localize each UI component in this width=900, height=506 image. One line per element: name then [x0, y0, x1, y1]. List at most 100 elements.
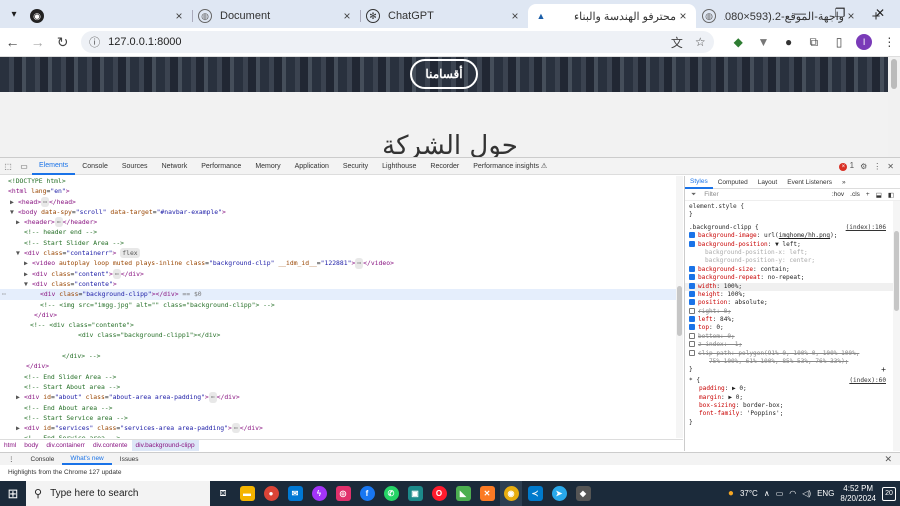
style-decl[interactable]: font-family: 'Poppins';: [685, 410, 900, 418]
vue-devtools-icon[interactable]: ▼: [753, 31, 774, 53]
task-view-icon[interactable]: ⧈: [212, 481, 234, 506]
tab-performance[interactable]: Performance: [194, 158, 248, 175]
volume-icon[interactable]: ◁): [802, 489, 811, 498]
style-decl[interactable]: margin: ▶ 0;: [685, 394, 900, 402]
app-icon[interactable]: ◣: [452, 481, 474, 506]
inspect-element-icon[interactable]: ⬚: [0, 162, 16, 171]
close-tab-icon[interactable]: ×: [340, 9, 354, 23]
instagram-icon[interactable]: ◎: [332, 481, 354, 506]
menu-kebab-icon[interactable]: ⋮: [879, 31, 900, 53]
vpn-extension-icon[interactable]: ●: [778, 31, 799, 53]
bookmark-star-icon[interactable]: ☆: [695, 35, 706, 49]
side-panel-icon[interactable]: ▯: [828, 31, 849, 53]
tab-memory[interactable]: Memory: [248, 158, 287, 175]
language-indicator[interactable]: ENG: [817, 489, 834, 498]
chrome-taskbar-icon[interactable]: ●: [260, 481, 282, 506]
dom-node[interactable]: ▶ <div id="about" class="about-area area-…: [0, 392, 683, 403]
opera-icon[interactable]: O: [428, 481, 450, 506]
style-decl[interactable]: right: 0;: [685, 307, 900, 316]
dom-node[interactable]: <div class="background-clipp1"></div>: [0, 330, 683, 340]
dom-node[interactable]: ▼ <body data-spy="scroll" data-target="#n…: [0, 207, 683, 217]
style-decl[interactable]: position: absolute;: [685, 299, 900, 307]
dom-node[interactable]: ▶ <header> ⋯ </header>: [0, 217, 683, 228]
extensions-puzzle-icon[interactable]: ⧉: [803, 31, 824, 53]
style-decl[interactable]: padding: ▶ 0;: [685, 385, 900, 393]
style-decl[interactable]: bottom: 0;: [685, 332, 900, 341]
tab-elements[interactable]: Elements: [32, 158, 76, 175]
sidebar-toggle-icon[interactable]: ◧: [888, 191, 894, 199]
network-icon[interactable]: ◠: [789, 489, 796, 498]
xampp-icon[interactable]: ✕: [476, 481, 498, 506]
reload-icon[interactable]: ↻: [50, 30, 75, 54]
breadcrumb-item[interactable]: div.containerr: [42, 440, 89, 451]
style-decl[interactable]: clip-path: polygon(91% 0, 100% 0, 100% 1…: [685, 349, 900, 358]
battery-icon[interactable]: ▭: [776, 489, 784, 498]
app-icon[interactable]: ▣: [404, 481, 426, 506]
drawer-tab-whats-new[interactable]: What's new: [62, 453, 112, 465]
weather-icon[interactable]: ●: [728, 488, 734, 499]
drawer-menu-icon[interactable]: ⋮: [0, 453, 23, 465]
dom-node[interactable]: ▶ <video autoplay loop muted plays-inline…: [0, 258, 683, 269]
close-tab-icon[interactable]: ×: [508, 9, 522, 23]
tab-sources[interactable]: Sources: [115, 158, 155, 175]
style-rule-line[interactable]: .background-clipp {(index):106: [685, 224, 900, 232]
tab-network[interactable]: Network: [155, 158, 195, 175]
settings-gear-icon[interactable]: ⚙: [860, 162, 867, 171]
tab-performance-insights[interactable]: Performance insights ⚠: [466, 158, 554, 175]
dom-node[interactable]: <!-- End Service area -->: [0, 433, 683, 438]
close-tab-icon[interactable]: ×: [676, 9, 690, 23]
style-decl[interactable]: top: 0;: [685, 324, 900, 332]
vscode-icon[interactable]: ≺: [524, 481, 546, 506]
dom-node[interactable]: </div>: [0, 310, 683, 320]
device-toolbar-icon[interactable]: ▭: [16, 162, 32, 171]
drawer-tab-console[interactable]: Console: [23, 453, 63, 465]
page-scrollbar[interactable]: [888, 57, 900, 157]
dom-node[interactable]: ▶ <div class="content"> ⋯ </div>: [0, 268, 683, 279]
messenger-icon[interactable]: ϟ: [308, 481, 330, 506]
tab-layout[interactable]: Layout: [753, 176, 783, 189]
site-info-icon[interactable]: ⓘ: [89, 34, 100, 50]
style-decl[interactable]: background-image: url(imghome/hh.png);: [685, 232, 900, 240]
app-icon[interactable]: ◆: [572, 481, 594, 506]
sections-button[interactable]: أقسامنا: [410, 59, 478, 89]
dom-tree[interactable]: <!DOCTYPE html> <html lang="en"> ▶ <head>…: [0, 176, 683, 438]
dom-node[interactable]: <!-- Start About area -->: [0, 382, 683, 392]
dom-node-selected[interactable]: ⋯ <div class="background-clipp"></div> ==…: [0, 289, 683, 300]
styles-filter-input[interactable]: Filter: [704, 191, 826, 198]
profile-avatar[interactable]: I: [854, 31, 875, 53]
tab-console[interactable]: Console: [75, 158, 115, 175]
dom-node[interactable]: ▼ <div class="containerr"> flex: [0, 248, 683, 259]
more-tabs-icon[interactable]: »: [837, 176, 851, 189]
devtools-menu-icon[interactable]: ⋮: [873, 162, 881, 171]
style-decl[interactable]: left: 84%;: [685, 316, 900, 324]
tray-overflow-icon[interactable]: ∧: [764, 489, 770, 498]
tab-event-listeners[interactable]: Event Listeners: [782, 176, 837, 189]
facebook-icon[interactable]: f: [356, 481, 378, 506]
browser-tab-document[interactable]: ◍ Document ×: [192, 4, 360, 28]
back-icon[interactable]: ←: [0, 30, 25, 54]
drawer-tab-issues[interactable]: Issues: [112, 453, 147, 465]
style-decl[interactable]: background-size: contain;: [685, 265, 900, 274]
extension-icon[interactable]: ◆: [728, 31, 749, 53]
close-tab-icon[interactable]: ×: [172, 9, 186, 23]
translate-icon[interactable]: 文: [671, 34, 683, 51]
dom-node[interactable]: <!-- End About area -->: [0, 403, 683, 413]
browser-tab-active[interactable]: ▲ محترفو الهندسة والبناء ×: [528, 4, 696, 28]
error-counter[interactable]: × 1: [839, 161, 854, 171]
dom-node[interactable]: <!-- Start Slider Area -->: [0, 238, 683, 248]
dom-node[interactable]: <!-- <img src="imgg.jpg" alt="" class="b…: [0, 300, 683, 310]
dom-node[interactable]: ▶ <div id="services" class="services-area…: [0, 423, 683, 434]
source-link[interactable]: (index):106: [846, 224, 886, 232]
source-link[interactable]: (index):60: [849, 377, 886, 385]
dom-node[interactable]: [0, 341, 683, 351]
breadcrumb-item-active[interactable]: div.background-clipp: [131, 440, 199, 451]
class-toggle[interactable]: .cls: [850, 191, 860, 198]
tab-computed[interactable]: Computed: [713, 176, 753, 189]
chrome-active-icon[interactable]: ◉: [500, 481, 522, 506]
breadcrumb-item[interactable]: div.contente: [89, 440, 132, 451]
dom-node[interactable]: <html lang="en">: [0, 186, 683, 196]
dom-node[interactable]: <!-- header end -->: [0, 227, 683, 237]
telegram-icon[interactable]: ➤: [548, 481, 570, 506]
hover-toggle[interactable]: :hov: [832, 191, 844, 198]
style-decl[interactable]: background-repeat: no-repeat;: [685, 274, 900, 282]
